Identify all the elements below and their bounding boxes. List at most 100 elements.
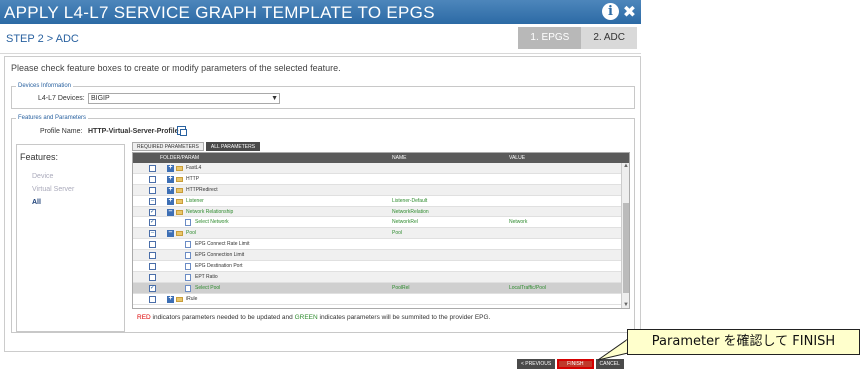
row-checkbox[interactable] — [149, 295, 156, 303]
callout-pointer — [598, 339, 628, 361]
scroll-thumb[interactable] — [623, 203, 629, 293]
table-row[interactable]: ✓ – Network Relationship NetworkRelation — [133, 206, 623, 218]
feature-item-device[interactable]: Device — [32, 173, 53, 180]
scroll-up-icon[interactable]: ▲ — [622, 163, 629, 169]
table-row[interactable]: – – Pool Pool — [133, 228, 623, 240]
wizard-step-epgs[interactable]: 1. EPGS — [518, 27, 582, 49]
row-checkbox[interactable] — [149, 252, 156, 260]
table-row[interactable]: EPT Ratio — [133, 271, 623, 283]
row-checkbox[interactable]: ✓ — [149, 219, 156, 227]
expand-plus-icon[interactable]: + — [167, 175, 174, 183]
profile-value: HTTP-Virtual-Server-Profile — [88, 128, 179, 135]
row-checkbox[interactable]: – — [149, 197, 156, 205]
table-row[interactable]: + HTTP — [133, 174, 623, 185]
parameters-grid: FOLDER/PARAM NAME VALUE + FastL4 + HTTP — [132, 152, 630, 309]
param-tabs: REQUIRED PARAMETERS ALL PARAMETERS — [132, 142, 261, 151]
row-checkbox[interactable] — [149, 175, 156, 183]
table-row[interactable]: EPG Connect Rate Limit — [133, 239, 623, 251]
row-label: iRule — [186, 295, 198, 302]
devices-select[interactable]: BIGIP ▼ — [88, 93, 280, 104]
features-params-box: Features and Parameters Profile Name: HT… — [11, 115, 635, 333]
close-icon[interactable]: ✖ — [621, 3, 638, 20]
title-bar: APPLY L4-L7 SERVICE GRAPH TEMPLATE TO EP… — [0, 0, 641, 24]
note-red: RED — [137, 314, 151, 321]
row-label: HTTP — [186, 175, 200, 182]
grid-body: + FastL4 + HTTP + HTTPRedirect – + Liste… — [133, 163, 623, 305]
feature-item-all[interactable]: All — [32, 199, 41, 206]
row-label: Network Relationship — [186, 208, 234, 215]
row-checkbox[interactable]: ✓ — [149, 208, 156, 216]
note-mid: indicators parameters needed to be updat… — [150, 314, 295, 321]
devices-info-box: Devices Information L4-L7 Devices: BIGIP… — [11, 83, 635, 109]
folder-icon — [176, 176, 183, 182]
parameter-icon — [185, 263, 191, 271]
features-legend: Features and Parameters — [18, 115, 87, 121]
finish-button[interactable]: FINISH — [557, 359, 594, 369]
row-checkbox[interactable] — [149, 241, 156, 249]
row-name: Pool — [392, 230, 403, 237]
row-label: Select Network — [195, 219, 229, 226]
parameter-icon — [185, 241, 191, 249]
devices-select-value: BIGIP — [91, 95, 110, 102]
row-value: Network — [509, 219, 528, 226]
scroll-down-icon[interactable]: ▼ — [622, 302, 629, 308]
folder-icon — [176, 187, 183, 193]
row-label: FastL4 — [186, 165, 202, 171]
expand-plus-icon[interactable]: + — [167, 186, 174, 194]
features-list-panel: Features: Device Virtual Server All — [16, 144, 125, 332]
wizard-step-adc[interactable]: 2. ADC — [581, 27, 637, 49]
row-label: HTTPRedirect — [186, 186, 218, 193]
grid-header: FOLDER/PARAM NAME VALUE — [133, 153, 629, 163]
expand-plus-icon[interactable]: + — [167, 197, 174, 205]
row-checkbox[interactable]: ✓ — [149, 284, 156, 292]
table-row[interactable]: – + Listener Listener-Default — [133, 196, 623, 207]
table-row[interactable]: + HTTPRedirect — [133, 184, 623, 196]
grid-scrollbar[interactable]: ▲ ▼ — [621, 163, 629, 308]
collapse-minus-icon[interactable]: – — [167, 229, 174, 238]
feature-item-virtual-server[interactable]: Virtual Server — [32, 186, 74, 193]
content-panel: Please check feature boxes to create or … — [4, 56, 641, 352]
tab-all-parameters[interactable]: ALL PARAMETERS — [205, 142, 261, 151]
table-row[interactable]: EPG Connection Limit — [133, 250, 623, 262]
note-green: GREEN — [294, 314, 318, 321]
previous-button[interactable]: < PREVIOUS — [517, 359, 556, 369]
parameter-icon — [185, 252, 191, 260]
table-row[interactable]: EPG Destination Port — [133, 261, 623, 272]
parameter-icon — [185, 284, 191, 292]
collapse-minus-icon[interactable]: – — [167, 208, 174, 216]
folder-icon — [176, 166, 183, 171]
row-checkbox[interactable]: – — [149, 230, 156, 238]
features-panel-title: Features: — [20, 152, 59, 162]
table-row[interactable]: + FastL4 — [133, 163, 623, 174]
table-row[interactable]: ✓ Select Network NetworkRel Network — [133, 217, 623, 229]
annotation-callout: Parameter を確認して FINISH — [627, 329, 860, 355]
folder-icon — [176, 296, 183, 302]
table-row[interactable]: + iRule — [133, 294, 623, 305]
row-checkbox[interactable] — [149, 263, 156, 271]
row-label: EPT Ratio — [195, 273, 218, 280]
expand-plus-icon[interactable]: + — [167, 295, 174, 303]
parameter-icon — [185, 273, 191, 281]
row-label: EPG Connect Rate Limit — [195, 241, 250, 248]
row-label: Select Pool — [195, 284, 221, 291]
expand-plus-icon[interactable]: + — [167, 164, 174, 172]
tab-required-parameters[interactable]: REQUIRED PARAMETERS — [132, 142, 204, 151]
row-name: NetworkRel — [392, 219, 418, 226]
wizard-steps: 1. EPGS 2. ADC — [518, 27, 637, 49]
row-name: NetworkRelation — [392, 208, 429, 215]
chevron-down-icon: ▼ — [271, 95, 278, 102]
color-legend-note: RED indicators parameters needed to be u… — [137, 314, 490, 321]
row-label: Pool — [186, 230, 197, 237]
table-row[interactable]: ✓ Select Pool PoolRel LocalTraffic/Pool — [133, 282, 623, 294]
row-name: PoolRel — [392, 284, 410, 291]
instruction-text: Please check feature boxes to create or … — [11, 63, 341, 73]
copy-icon[interactable] — [177, 126, 187, 136]
step-title: STEP 2 > ADC — [6, 33, 79, 45]
info-icon[interactable]: i — [602, 3, 619, 20]
row-checkbox[interactable] — [149, 273, 156, 281]
row-checkbox[interactable] — [149, 165, 156, 172]
devices-label: L4-L7 Devices: — [38, 95, 85, 102]
note-end: indicates parameters will be summited to… — [317, 314, 491, 321]
col-header-value: VALUE — [509, 155, 526, 161]
row-checkbox[interactable] — [149, 186, 156, 194]
